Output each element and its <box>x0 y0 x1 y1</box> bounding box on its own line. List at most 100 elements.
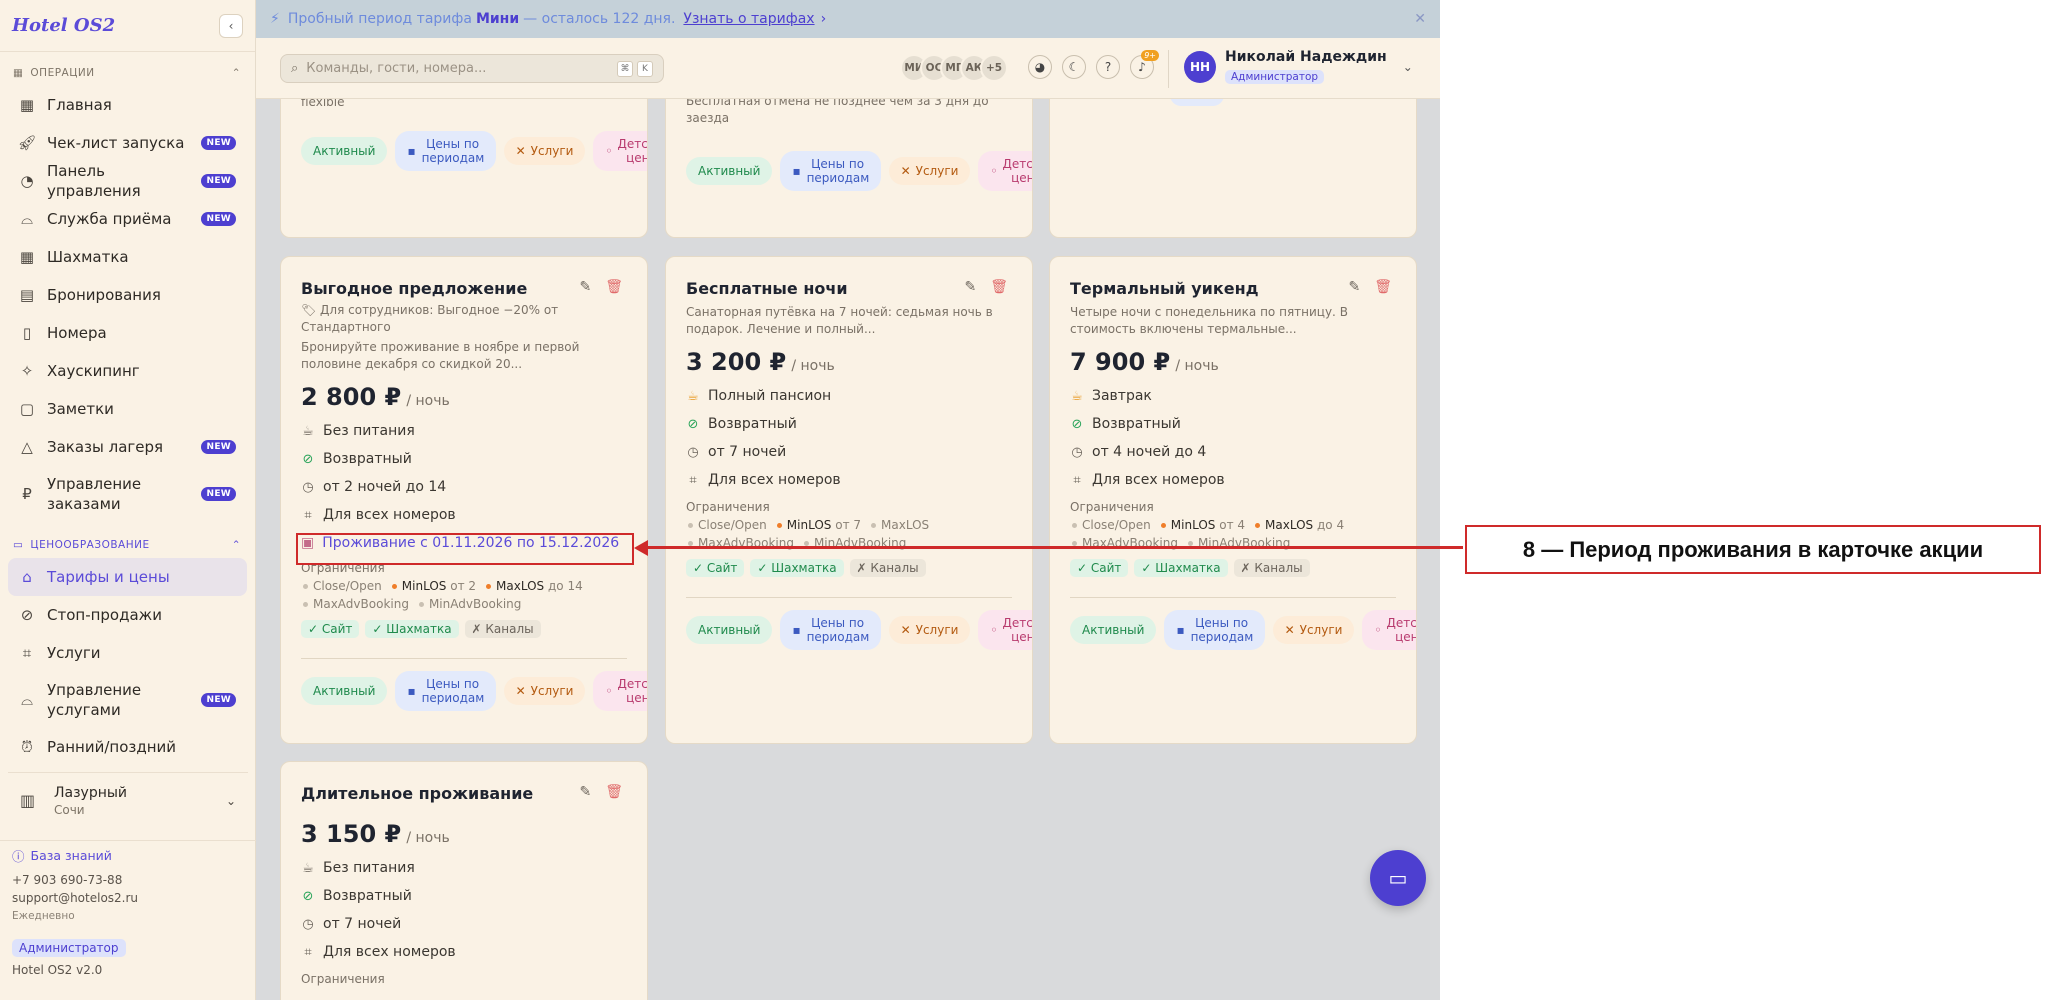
top-bar: ⌕ Команды, гости, номера... ⌘ K МИ ОС МГ … <box>256 38 1440 99</box>
kids-prices-tag[interactable]: ◦ Детские цены <box>1362 610 1416 650</box>
rooms-label: Для всех номеров <box>323 944 456 960</box>
edit-icon[interactable]: ✎ <box>579 784 591 800</box>
section-operations-header[interactable]: ▦ ОПЕРАЦИИ ⌃ <box>0 62 255 84</box>
period-prices-tag <box>1170 99 1224 106</box>
refund-label: Возвратный <box>323 888 412 904</box>
channels: ✓ Сайт ✓ Шахматка ✗ Каналы <box>1070 559 1396 577</box>
trash-icon[interactable]: 🗑︎ <box>990 279 1008 295</box>
rate-card: Бесплатные ночи ✎ 🗑︎ Санаторная путёвка н… <box>665 256 1033 744</box>
sidebar-item-service-management[interactable]: ⌓ Управление услугами NEW <box>8 672 247 728</box>
command-search-input[interactable]: ⌕ Команды, гости, номера... ⌘ K <box>280 54 664 83</box>
status-badge: Активный <box>686 157 773 185</box>
edit-icon[interactable]: ✎ <box>579 279 591 295</box>
sidebar-item-label: Чек-лист запуска <box>47 134 185 152</box>
kids-prices-tag[interactable]: ◦ Детские цены <box>978 151 1032 191</box>
sidebar-item-housekeeping[interactable]: ✧ Хаускипинг <box>8 352 247 390</box>
services-tag[interactable]: ✕ Услуги <box>888 616 971 644</box>
user-menu[interactable]: НН Николай Надеждин Администратор ⌄ <box>1184 49 1413 84</box>
sidebar-item-chessboard[interactable]: ▦ Шахматка <box>8 238 247 276</box>
sidebar-item-camp-orders[interactable]: △ Заказы лагеря NEW <box>8 428 247 466</box>
sidebar-item-front-desk[interactable]: ⌓ Служба приёма NEW <box>8 200 247 238</box>
section-pricing-header[interactable]: ▭ ЦЕНООБРАЗОВАНИЕ ⌃ <box>0 534 255 556</box>
sidebar-item-label: Главная <box>47 96 112 114</box>
calendar-icon: ▪ <box>792 164 801 178</box>
collapse-sidebar-button[interactable]: ‹ <box>219 13 243 38</box>
cup-icon: ☕︎ <box>302 423 314 439</box>
period-prices-tag[interactable]: ▪ Цены по периодам <box>395 131 496 171</box>
utensils-icon: ✕ <box>900 623 911 637</box>
banner-plans-link[interactable]: Узнать о тарифах <box>683 11 814 27</box>
sidebar-item-launch-checklist[interactable]: 🚀︎ Чек-лист запуска NEW <box>8 124 247 162</box>
restriction-label: MinAdvBooking <box>428 597 522 611</box>
hotel-selector[interactable]: ▥ Лазурный Сочи ⌄ <box>8 772 248 828</box>
restriction-label: Close/Open <box>698 518 767 532</box>
bell-icon[interactable]: ♪ 9+ <box>1130 50 1159 79</box>
sidebar-item-order-management[interactable]: ₽ Управление заказами NEW <box>8 466 247 522</box>
restriction-minadv: MinAdvBooking <box>418 597 522 611</box>
new-badge: NEW <box>201 440 236 454</box>
calendar-icon: ▪ <box>407 684 416 698</box>
trash-icon[interactable]: 🗑︎ <box>1374 279 1392 295</box>
kids-prices-tag[interactable]: ◦ Детские цены <box>593 131 647 171</box>
rate-actions: ✎ 🗑︎ <box>1348 279 1392 295</box>
palette-icon[interactable]: ◕ <box>1028 55 1052 79</box>
channel-site: ✓ Сайт <box>1070 559 1129 577</box>
kids-prices-tag[interactable]: ◦ Детские цены <box>978 610 1032 650</box>
sidebar-item-rates[interactable]: ⌂ Тарифы и цены <box>8 558 247 596</box>
rate-card: Термальный уикенд ✎ 🗑︎ Четыре ночи с поне… <box>1049 256 1417 744</box>
sidebar-item-label: Управление заказами <box>47 475 142 513</box>
moon-icon[interactable]: ☾ <box>1062 55 1086 79</box>
period-prices-tag[interactable]: ▪ Цены по периодам <box>780 151 881 191</box>
rate-price: 3 150 ₽ / ночь <box>301 820 627 848</box>
sidebar-item-control-panel[interactable]: ◔ Панель управления NEW <box>8 162 247 200</box>
building-icon: ▥ <box>20 791 36 810</box>
restriction-minlos: MinLOS от 2 <box>391 579 476 593</box>
top-bar-actions: ◕ ☾ ? ♪ 9+ <box>1028 50 1159 79</box>
chat-button[interactable]: ▭ <box>1370 850 1426 906</box>
support-email[interactable]: support@hotelos2.ru <box>12 889 244 907</box>
clipboard-icon: ▤ <box>19 286 35 304</box>
new-badge: NEW <box>201 174 236 188</box>
channel-site: ✓ Сайт <box>686 559 745 577</box>
rooms-label: Для всех номеров <box>708 472 841 488</box>
help-icon[interactable]: ? <box>1096 55 1120 79</box>
sidebar: Hotel OS2 ‹ ▦ ОПЕРАЦИИ ⌃ ▦ Главная 🚀︎ Чек-л… <box>0 0 256 1000</box>
sidebar-item-services[interactable]: ⌗ Услуги <box>8 634 247 672</box>
edit-icon[interactable]: ✎ <box>964 279 976 295</box>
trash-icon[interactable]: 🗑︎ <box>605 784 623 800</box>
close-icon[interactable]: ✕ <box>1414 11 1426 27</box>
trash-icon[interactable]: 🗑︎ <box>605 279 623 295</box>
gauge-icon: ◔ <box>20 172 34 190</box>
restriction-maxlos: MaxLOS до 14 <box>486 579 583 593</box>
price-unit: / ночь <box>791 358 835 374</box>
services-tag[interactable]: ✕ Услуги <box>503 677 586 705</box>
services-tag[interactable]: ✕ Услуги <box>888 157 971 185</box>
services-tag[interactable]: ✕ Услуги <box>1272 616 1355 644</box>
sidebar-item-notes[interactable]: ▢ Заметки <box>8 390 247 428</box>
rate-card: Выгодное предложение ✎ 🗑︎ 🏷 Для сотрудник… <box>280 256 648 744</box>
period-prices-tag[interactable]: ▪ Цены по периодам <box>395 671 496 711</box>
sidebar-item-bookings[interactable]: ▤ Бронирования <box>8 276 247 314</box>
sidebar-item-label: Служба приёма <box>47 210 172 228</box>
kids-prices-tag[interactable]: ◦ Детские цены <box>593 671 647 711</box>
refund-policy: ⊘ Возвратный <box>301 445 627 473</box>
sidebar-item-early-late[interactable]: ⏰︎ Ранний/поздний <box>8 728 247 766</box>
meal-plan: ☕︎ Завтрак <box>1070 382 1396 410</box>
restriction-value: до 4 <box>1317 518 1345 532</box>
tag-icon: ⌗ <box>22 644 32 662</box>
chevron-up-icon: ⌃ <box>231 539 241 551</box>
rooms-label: Для всех номеров <box>323 507 456 523</box>
edit-icon[interactable]: ✎ <box>1348 279 1360 295</box>
team-avatars[interactable]: МИ ОС МГ АК +5 <box>900 54 1008 82</box>
sidebar-item-rooms[interactable]: ▯ Номера <box>8 314 247 352</box>
sidebar-item-stop-sales[interactable]: ⊘ Стоп-продажи <box>8 596 247 634</box>
sidebar-item-home[interactable]: ▦ Главная <box>8 86 247 124</box>
meal-label: Без питания <box>323 423 415 439</box>
support-phone[interactable]: +7 903 690-73-88 <box>12 871 244 889</box>
period-prices-tag[interactable]: ▪ Цены по периодам <box>1164 610 1265 650</box>
status-badge: Активный <box>1070 616 1157 644</box>
services-tag[interactable]: ✕ Услуги <box>503 137 586 165</box>
period-prices-tag[interactable]: ▪ Цены по периодам <box>780 610 881 650</box>
knowledge-base-link[interactable]: ⓘ База знаний <box>12 846 244 865</box>
rate-tags: Активный ▪ Цены по периодам ✕ Услуги ◦ Детс… <box>1070 610 1416 650</box>
